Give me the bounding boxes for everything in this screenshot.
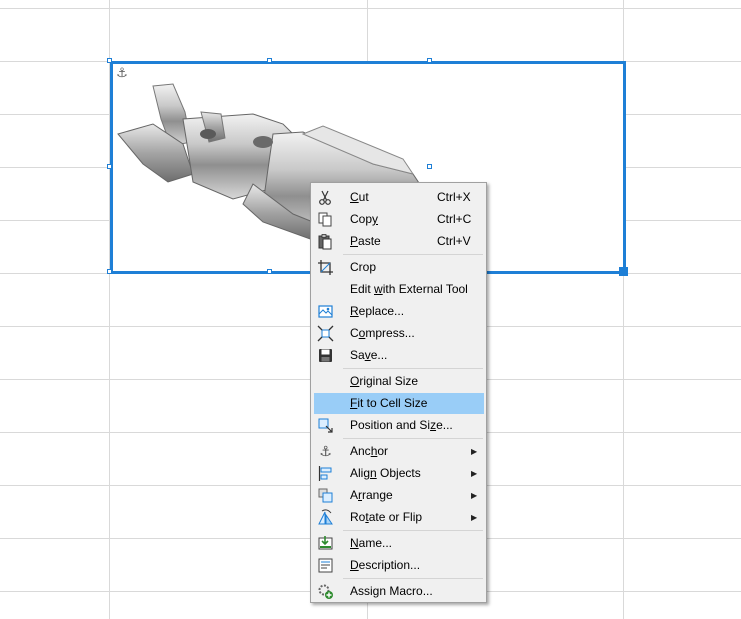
menu-separator [343,254,483,255]
menu-item-name[interactable]: Name... [314,533,484,554]
save-icon [319,349,332,362]
menu-label: Fit to Cell Size [350,396,428,410]
menu-item-cut[interactable]: Cut Ctrl+X [314,187,484,208]
menu-separator [343,438,483,439]
arrange-icon [318,488,333,503]
menu-separator [343,368,483,369]
paste-icon [318,234,332,250]
menu-item-original-size[interactable]: Original Size [314,371,484,392]
menu-label: Cut [350,190,369,204]
position-size-icon [318,418,333,433]
menu-item-replace[interactable]: Replace... [314,301,484,322]
menu-item-crop[interactable]: Crop [314,257,484,278]
menu-item-save[interactable]: Save... [314,345,484,366]
menu-label: Assign Macro... [350,584,433,598]
menu-label: Rotate or Flip [350,510,423,524]
menu-item-arrange[interactable]: Arrange ▶ [314,485,484,506]
menu-label: Edit with External Tool [350,282,468,296]
menu-shortcut: Ctrl+V [437,234,471,248]
resize-handle-bottom-left[interactable] [107,269,112,274]
menu-label: Position and Size... [350,418,453,432]
menu-label: Description... [350,558,421,572]
submenu-arrow-icon: ▶ [471,513,478,522]
submenu-arrow-icon: ▶ [471,447,478,456]
menu-item-anchor[interactable]: ⚓ Anchor ▶ [314,441,484,462]
menu-item-paste[interactable]: Paste Ctrl+V [314,231,484,252]
menu-item-description[interactable]: Description... [314,555,484,576]
menu-label: Save... [350,348,388,362]
context-menu: Cut Ctrl+X Copy Ctrl+C Paste Ctrl+V Crop… [310,182,487,603]
menu-label: Name... [350,536,393,550]
resize-handle-right[interactable] [427,164,432,169]
menu-item-align-objects[interactable]: Align Objects ▶ [314,463,484,484]
resize-handle-left[interactable] [107,164,112,169]
resize-handle-bottom-right[interactable] [619,267,628,276]
menu-separator [343,530,483,531]
menu-item-fit-to-cell-size[interactable]: Fit to Cell Size [314,393,484,414]
menu-item-assign-macro[interactable]: Assign Macro... [314,581,484,602]
anchor-icon: ⚓ [116,65,128,80]
menu-separator [343,578,483,579]
menu-label: Align Objects [350,466,421,480]
crop-icon [318,260,333,275]
menu-label: Arrange [350,488,393,502]
rotate-flip-icon [318,509,333,525]
menu-shortcut: Ctrl+C [437,212,472,226]
menu-shortcut: Ctrl+X [437,190,471,204]
menu-label: Crop [350,260,377,274]
menu-label: Copy [350,212,379,226]
menu-label: Compress... [350,326,415,340]
scissors-icon [319,190,331,205]
menu-label: Original Size [350,374,419,388]
resize-handle-top-right[interactable] [427,58,432,63]
align-icon [318,466,332,481]
resize-handle-top[interactable] [267,58,272,63]
menu-item-compress[interactable]: Compress... [314,323,484,344]
menu-item-copy[interactable]: Copy Ctrl+C [314,209,484,230]
menu-item-rotate-or-flip[interactable]: Rotate or Flip ▶ [314,507,484,528]
resize-handle-bottom[interactable] [267,269,272,274]
menu-item-edit-external-tool[interactable]: Edit with External Tool [314,279,484,300]
menu-item-position-and-size[interactable]: Position and Size... [314,415,484,436]
copy-icon [318,212,332,227]
replace-icon [318,305,333,318]
compress-icon [317,325,334,342]
menu-label: Replace... [350,304,405,318]
submenu-arrow-icon: ▶ [471,469,478,478]
resize-handle-top-left[interactable] [107,58,112,63]
submenu-arrow-icon: ▶ [471,491,478,500]
name-icon [318,536,333,550]
assign-macro-icon [318,584,333,599]
description-icon [318,558,333,573]
menu-label: Anchor [350,444,389,458]
anchor-icon: ⚓ [319,443,332,459]
menu-label: Paste [350,234,381,248]
